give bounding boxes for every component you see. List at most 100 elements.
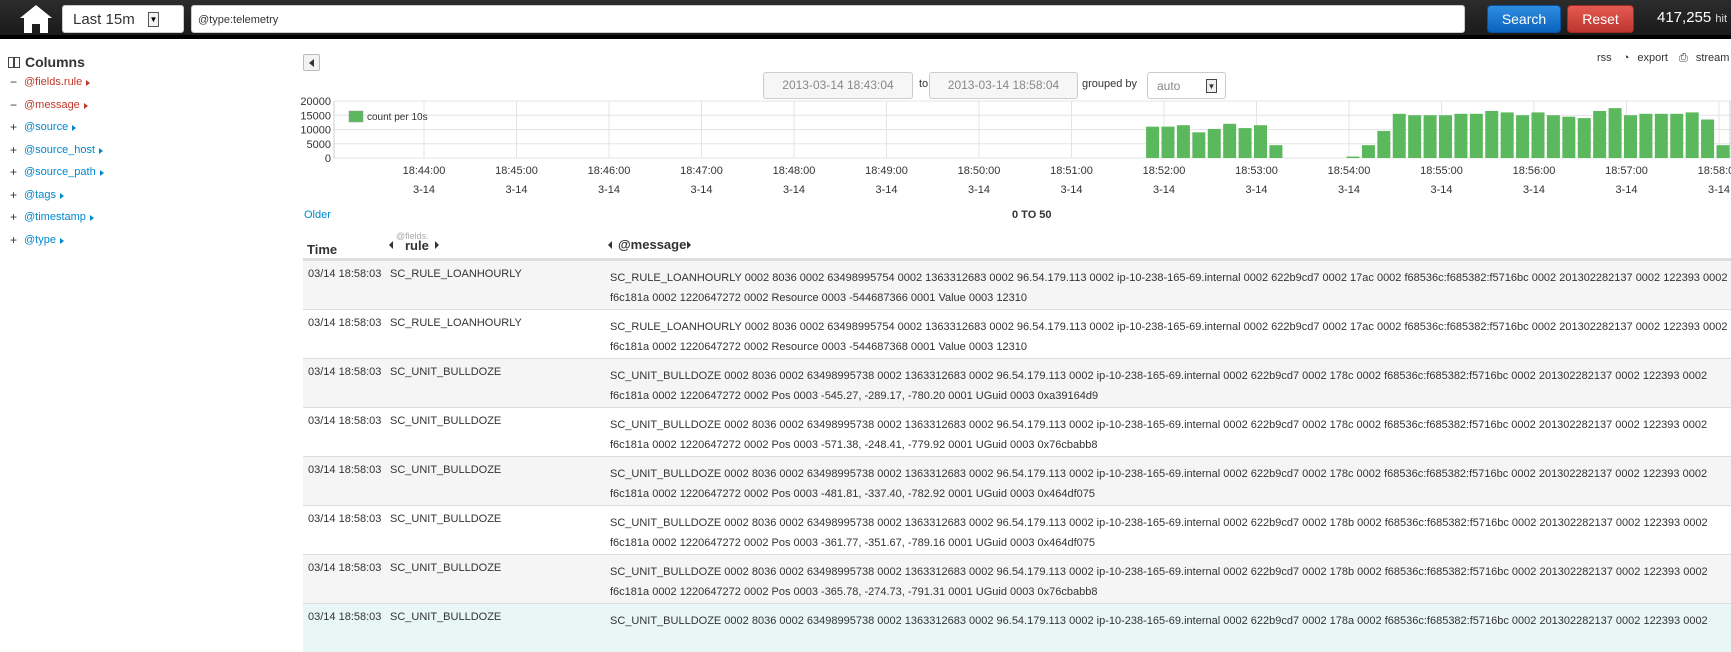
table-row[interactable]: 03/14 18:58:03 SC_RULE_LOANHOURLY SC_RULE_… [303,309,1731,358]
col-message-header[interactable]: @message [618,237,686,252]
rss-label: rss [1597,52,1612,64]
home-icon[interactable] [18,4,54,34]
x-tick-date-label: 3-14 [1245,184,1267,196]
histogram-bar [1716,145,1730,158]
reset-button[interactable]: Reset [1567,5,1634,33]
caret-right-icon[interactable] [84,102,88,109]
row-time: 03/14 18:58:03 [308,562,382,574]
caret-right-icon[interactable] [86,80,90,86]
message-line-1: SC_RULE_LOANHOURLY 0002 8036 0002 634989… [610,321,1728,333]
add-field-icon[interactable]: + [10,233,17,247]
histogram-bar [1361,145,1375,158]
histogram-bar [1469,113,1483,158]
histogram-bar [1485,110,1499,158]
histogram-bar [1207,128,1221,158]
y-tick-label: 0 [325,153,331,165]
from-date-input[interactable]: 2013-03-14 18:43:04 [763,72,913,99]
add-field-icon[interactable]: + [10,143,17,157]
x-tick-label: 18:57:00 [1605,165,1648,177]
histogram-bar [1701,119,1715,158]
move-left-icon[interactable] [389,241,393,249]
add-field-icon[interactable]: + [10,120,17,134]
field-name[interactable]: @type [24,234,56,246]
caret-right-icon[interactable] [60,192,64,199]
histogram-bar [1562,116,1576,158]
field-name[interactable]: @source [24,121,68,133]
histogram-bar [1654,113,1668,158]
histogram-bar [1593,110,1607,158]
stream-link[interactable]: stream ◉ [1696,52,1731,64]
results-table: 03/14 18:58:03 SC_RULE_LOANHOURLY SC_RULE_… [303,260,1731,652]
row-rule: SC_RULE_LOANHOURLY [390,317,522,329]
export-link[interactable]: export ⎙ [1637,52,1687,64]
y-tick-label: 5000 [307,139,331,151]
histogram-bar [1377,130,1391,158]
table-row[interactable]: 03/14 18:58:03 SC_UNIT_BULLDOZE SC_UNIT_BU… [303,603,1731,652]
field-name[interactable]: @tags [24,189,56,201]
query-input[interactable]: @type:telemetry [191,5,1465,33]
caret-right-icon[interactable] [60,237,64,244]
col-time-header[interactable]: Time [307,242,337,257]
histogram-bar [1624,115,1637,158]
to-date-input[interactable]: 2013-03-14 18:58:04 [929,72,1078,99]
field-name[interactable]: @source_host [24,144,95,156]
search-button[interactable]: Search [1487,5,1561,33]
table-row[interactable]: 03/14 18:58:03 SC_UNIT_BULLDOZE SC_UNIT_BU… [303,456,1731,505]
histogram-bar [1423,115,1437,158]
caret-right-icon[interactable] [72,125,76,131]
row-message: SC_UNIT_BULLDOZE 0002 8036 0002 63498995… [610,366,1728,406]
columns-title-label: Columns [25,54,85,70]
stream-label: stream [1695,52,1730,64]
older-link[interactable]: Older [304,209,331,221]
table-row[interactable]: 03/14 18:58:03 SC_UNIT_BULLDOZE SC_UNIT_BU… [303,554,1731,603]
field-name[interactable]: @fields.rule [24,76,82,88]
hits-suffix: hit [1715,13,1728,25]
x-tick-label: 18:50:00 [958,165,1001,177]
remove-field-icon[interactable]: − [10,98,17,112]
x-tick-date-label: 3-14 [1523,184,1545,196]
table-row[interactable]: 03/14 18:58:03 SC_UNIT_BULLDOZE SC_UNIT_BU… [303,358,1731,407]
remove-field-icon[interactable]: − [10,75,17,89]
row-rule: SC_UNIT_BULLDOZE [390,464,502,476]
add-field-icon[interactable]: + [10,210,17,224]
table-row[interactable]: 03/14 18:58:03 SC_UNIT_BULLDOZE SC_UNIT_BU… [303,505,1731,554]
to-label: to [919,78,929,90]
field-name[interactable]: @timestamp [24,211,86,223]
result-range: 0 TO 50 [1012,209,1052,221]
field-name[interactable]: @message [24,99,80,111]
field-name[interactable]: @source_path [24,166,96,178]
move-left-icon[interactable] [608,241,612,249]
x-tick-date-label: 3-14 [413,184,435,196]
histogram-bar [1577,118,1591,158]
time-range-value: Last 15m [73,11,135,28]
caret-right-icon[interactable] [90,215,94,221]
collapse-sidebar-button[interactable] [303,54,320,71]
histogram-bar [1269,145,1283,158]
row-time: 03/14 18:58:03 [308,513,382,525]
x-tick-date-label: 3-14 [1615,184,1637,196]
row-message: SC_RULE_LOANHOURLY 0002 8036 0002 634989… [610,317,1728,357]
x-tick-date-label: 3-14 [783,184,805,196]
histogram-bar [1670,113,1684,158]
move-right-icon[interactable] [687,241,691,249]
caret-right-icon[interactable] [100,170,104,176]
message-line-2: f6c181a 0002 1220647272 0002 Resource 00… [610,292,1027,304]
chevron-down-icon: ▼ [148,12,159,27]
rss-link[interactable]: rss ◔ [1597,52,1629,64]
add-field-icon[interactable]: + [10,165,17,179]
move-right-icon[interactable] [435,241,439,249]
histogram-bar [1254,125,1267,158]
add-field-icon[interactable]: + [10,188,17,202]
grouped-by-select[interactable]: auto ▼ [1147,72,1226,99]
histogram-bar [1531,112,1545,158]
histogram-chart: 0 5000 10000 15000 20000 18:44:00 3-14 18:45:00… [300,96,1731,196]
histogram-bar [1192,132,1206,158]
row-rule: SC_RULE_LOANHOURLY [390,268,522,280]
time-range-select[interactable]: Last 15m ▼ [62,5,184,33]
table-row[interactable]: 03/14 18:58:03 SC_RULE_LOANHOURLY SC_RULE_… [303,260,1731,309]
table-row[interactable]: 03/14 18:58:03 SC_UNIT_BULLDOZE SC_UNIT_BU… [303,407,1731,456]
export-label: export [1637,52,1668,64]
col-rule-header[interactable]: rule [405,238,429,253]
histogram-bar [1176,125,1190,158]
caret-right-icon[interactable] [99,147,103,154]
